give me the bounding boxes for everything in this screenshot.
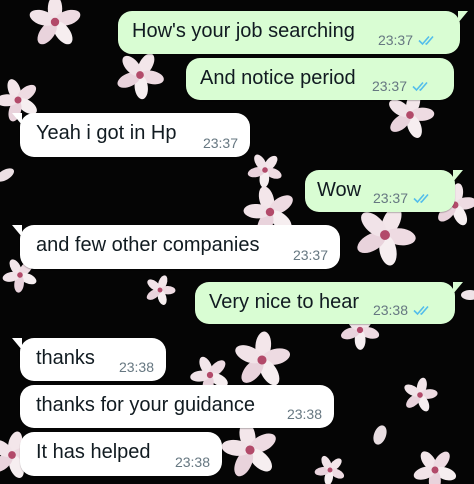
message-time: 23:37 bbox=[372, 190, 408, 206]
read-ticks-icon bbox=[418, 35, 434, 46]
message-meta: 23:38 bbox=[175, 454, 210, 470]
message-time: 23:38 bbox=[174, 454, 210, 470]
outgoing-message[interactable]: How's your job searching 23:37 bbox=[118, 11, 468, 54]
message-text: thanks bbox=[36, 347, 95, 369]
message-meta: 23:37 bbox=[378, 32, 438, 48]
message-meta: 23:37 bbox=[293, 247, 328, 263]
message-meta: 23:37 bbox=[372, 78, 432, 94]
message-text: Yeah i got in Hp bbox=[36, 122, 177, 144]
incoming-message[interactable]: and few other companies 23:37 bbox=[12, 225, 340, 269]
bubble-tail bbox=[12, 338, 22, 350]
bubble-tail bbox=[453, 170, 463, 182]
bubble-tail bbox=[458, 11, 468, 23]
incoming-message[interactable]: thanks for your guidance 23:38 bbox=[20, 385, 334, 428]
incoming-message[interactable]: It has helped 23:38 bbox=[20, 432, 222, 476]
message-time: 23:38 bbox=[372, 302, 408, 318]
message-meta: 23:38 bbox=[119, 359, 154, 375]
message-time: 23:37 bbox=[371, 78, 407, 94]
message-meta: 23:37 bbox=[203, 135, 238, 151]
incoming-message[interactable]: thanks 23:38 bbox=[12, 338, 166, 381]
message-time: 23:38 bbox=[118, 359, 154, 375]
message-text: and few other companies bbox=[36, 234, 260, 256]
outgoing-message[interactable]: Wow 23:37 bbox=[305, 170, 463, 212]
message-text: Wow bbox=[317, 179, 362, 201]
outgoing-message[interactable]: Very nice to hear 23:38 bbox=[195, 282, 463, 324]
message-meta: 23:38 bbox=[373, 302, 433, 318]
bubble-tail bbox=[453, 282, 463, 294]
message-time: 23:37 bbox=[292, 247, 328, 263]
message-time: 23:38 bbox=[286, 406, 322, 422]
bubble-tail bbox=[12, 113, 22, 125]
message-meta: 23:38 bbox=[287, 406, 322, 422]
read-ticks-icon bbox=[413, 305, 429, 316]
message-text: How's your job searching bbox=[132, 20, 355, 42]
message-meta: 23:37 bbox=[373, 190, 433, 206]
message-text: It has helped bbox=[36, 441, 151, 463]
read-ticks-icon bbox=[412, 81, 428, 92]
message-text: thanks for your guidance bbox=[36, 394, 256, 416]
message-time: 23:37 bbox=[377, 32, 413, 48]
bubble-tail bbox=[12, 225, 22, 237]
read-ticks-icon bbox=[413, 193, 429, 204]
message-text: Very nice to hear bbox=[209, 291, 360, 313]
message-time: 23:37 bbox=[202, 135, 238, 151]
incoming-message[interactable]: Yeah i got in Hp 23:37 bbox=[12, 113, 250, 157]
message-text: And notice period bbox=[200, 67, 356, 89]
outgoing-message[interactable]: And notice period 23:37 bbox=[186, 58, 454, 100]
